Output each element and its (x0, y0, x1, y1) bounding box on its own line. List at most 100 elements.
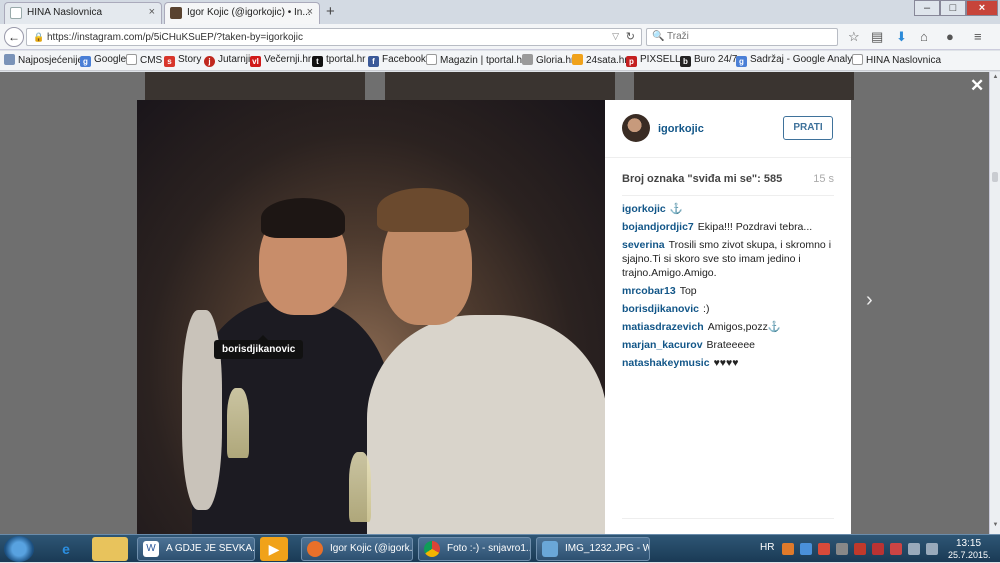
home-icon[interactable]: ⌂ (920, 29, 928, 44)
page-icon (10, 7, 22, 19)
bookmark-facebook[interactable]: f Facebook (368, 54, 426, 67)
background-photo (385, 72, 615, 100)
word-icon: W (143, 541, 159, 557)
bookmark-magazin[interactable]: Magazin | tportal.hr (426, 54, 525, 66)
comments-list: igorkojic ⚓ bojandjordjic7 Ekipa!!! Pozdra… (622, 202, 834, 374)
taskbar-chrome[interactable]: Foto :-) - snjavro1... (418, 537, 531, 561)
bookmark-buro[interactable]: b Buro 24/7 (680, 54, 737, 67)
bookmark-story[interactable]: s Story (164, 54, 201, 67)
close-tab-icon[interactable]: × (307, 6, 313, 18)
comment-username[interactable]: igorkojic (622, 203, 666, 215)
pixsell-icon: p (626, 56, 637, 67)
close-icon[interactable]: ✕ (970, 76, 984, 96)
tray-app-icon[interactable] (818, 543, 830, 555)
download-icon[interactable]: ⬇ (896, 29, 907, 45)
story-icon: s (164, 56, 175, 67)
buro-icon: b (680, 56, 691, 67)
bookmark-vecernji[interactable]: vl Večernji.hr (250, 54, 311, 67)
comment-username[interactable]: mrcobar13 (622, 285, 676, 297)
close-tab-icon[interactable]: × (149, 6, 155, 18)
bookmark-tportal[interactable]: t tportal.hr (312, 54, 365, 67)
comment: borisdjikanovic:) (622, 302, 834, 316)
back-button[interactable]: ← (4, 27, 24, 47)
scroll-up-icon[interactable]: ▲ (991, 74, 1000, 84)
tab-instagram[interactable]: Igor Kojic (@igorkojic) • In... × (164, 2, 320, 24)
taskbar-word[interactable]: WA GDJE JE SEVKA.... (137, 537, 255, 561)
new-tab-button[interactable]: + (326, 3, 335, 20)
post-photo[interactable]: borisdjikanovic (137, 100, 605, 534)
reload-icon[interactable]: ↻ (626, 30, 635, 43)
bookmark-jutarnji[interactable]: j Jutarnji (204, 54, 250, 67)
firefox-icon (307, 541, 323, 557)
search-input[interactable] (667, 31, 827, 42)
divider (622, 195, 834, 196)
page-overlay[interactable]: borisdjikanovic igorkojic PRATI Broj ozn… (0, 72, 989, 534)
chat-icon[interactable]: ● (946, 29, 954, 44)
bookmark-24sata[interactable]: 24sata.hr (572, 54, 628, 66)
media-player-icon[interactable]: ▶ (260, 537, 288, 561)
scroll-down-icon[interactable]: ▼ (991, 522, 1000, 532)
scrollbar-thumb[interactable] (992, 172, 998, 182)
taskbar-firefox[interactable]: Igor Kojic (@igork... (301, 537, 413, 561)
search-box[interactable]: 🔍 (646, 28, 838, 46)
folder-icon[interactable] (92, 537, 128, 561)
bookmark-pixsell[interactable]: p PIXSELL (626, 54, 681, 67)
post-username[interactable]: igorkojic (658, 123, 704, 135)
dropdown-icon[interactable]: ▽ (612, 31, 619, 42)
avatar[interactable] (622, 114, 650, 142)
bookmark-cms[interactable]: CMS (126, 54, 162, 66)
photo-user-tag[interactable]: borisdjikanovic (214, 335, 304, 359)
tray-app-icon[interactable] (854, 543, 866, 555)
clock-date[interactable]: 25.7.2015. (948, 550, 991, 560)
menu-icon[interactable]: ≡ (974, 29, 982, 44)
action-center-icon[interactable] (872, 543, 884, 555)
comment-text: Ekipa!!! Pozdravi tebra... (697, 221, 813, 233)
google-icon: g (736, 56, 747, 67)
page-icon (426, 54, 437, 65)
post-timestamp[interactable]: 15 s (813, 173, 834, 185)
tab-hina-naslovnica[interactable]: HINA Naslovnica × (4, 2, 162, 24)
page-icon (852, 54, 863, 65)
facebook-icon: f (368, 56, 379, 67)
tray-app-icon[interactable] (836, 543, 848, 555)
bookmark-hina[interactable]: HINA Naslovnica (852, 54, 941, 66)
lock-icon: 🔒 (33, 32, 45, 42)
bookmark-gloria[interactable]: Gloria.hr (522, 54, 574, 66)
comment-username[interactable]: borisdjikanovic (622, 303, 699, 315)
comment-username[interactable]: marjan_kacurov (622, 339, 703, 351)
ie-icon[interactable]: e (48, 537, 84, 561)
divider (622, 518, 834, 519)
tray-app-icon[interactable] (890, 543, 902, 555)
taskbar-photo-viewer[interactable]: IMG_1232.JPG - W... (536, 537, 650, 561)
start-button[interactable] (4, 536, 34, 562)
maximize-button[interactable]: □ (940, 0, 966, 16)
post-sidebar: igorkojic PRATI Broj oznaka "sviđa mi se… (605, 100, 851, 534)
volume-icon[interactable] (926, 543, 938, 555)
bookmark-google[interactable]: g Google (80, 54, 126, 67)
comment-username[interactable]: severina (622, 239, 665, 251)
bluetooth-icon[interactable] (800, 543, 812, 555)
bookmark-najposjecenije[interactable]: Najposjećenije (4, 54, 83, 66)
follow-button[interactable]: PRATI (783, 116, 833, 140)
champagne-glass (227, 388, 249, 458)
comment-username[interactable]: natashakeymusic (622, 357, 710, 369)
likes-count[interactable]: Broj oznaka "sviđa mi se": 585 (622, 173, 782, 185)
bookmark-google-analytics[interactable]: g Sadržaj - Google Analy... (736, 54, 860, 67)
chevron-right-icon[interactable]: › (866, 289, 873, 312)
scrollbar[interactable]: ▲ ▼ (989, 72, 1000, 534)
minimize-button[interactable]: – (914, 0, 940, 16)
likes-row: Broj oznaka "sviđa mi se": 585 15 s (622, 173, 834, 189)
network-icon[interactable] (908, 543, 920, 555)
reading-list-icon[interactable]: ▤ (871, 29, 883, 45)
url-bar[interactable]: 🔒 https://instagram.com/p/5iCHuKSuEP/?ta… (26, 28, 642, 46)
language-indicator[interactable]: HR (760, 542, 774, 553)
tray-app-icon[interactable] (782, 543, 794, 555)
tportal-icon: t (312, 56, 323, 67)
comment-username[interactable]: bojandjordjic7 (622, 221, 694, 233)
clock-time[interactable]: 13:15 (956, 538, 981, 549)
comment-text: ♥♥♥♥ (713, 357, 739, 369)
close-window-button[interactable]: × (966, 0, 998, 16)
comment: matiasdrazevich Amigos,pozz⚓ (622, 320, 834, 334)
comment-username[interactable]: matiasdrazevich (622, 321, 704, 333)
bookmark-star-icon[interactable]: ☆ (848, 29, 860, 45)
